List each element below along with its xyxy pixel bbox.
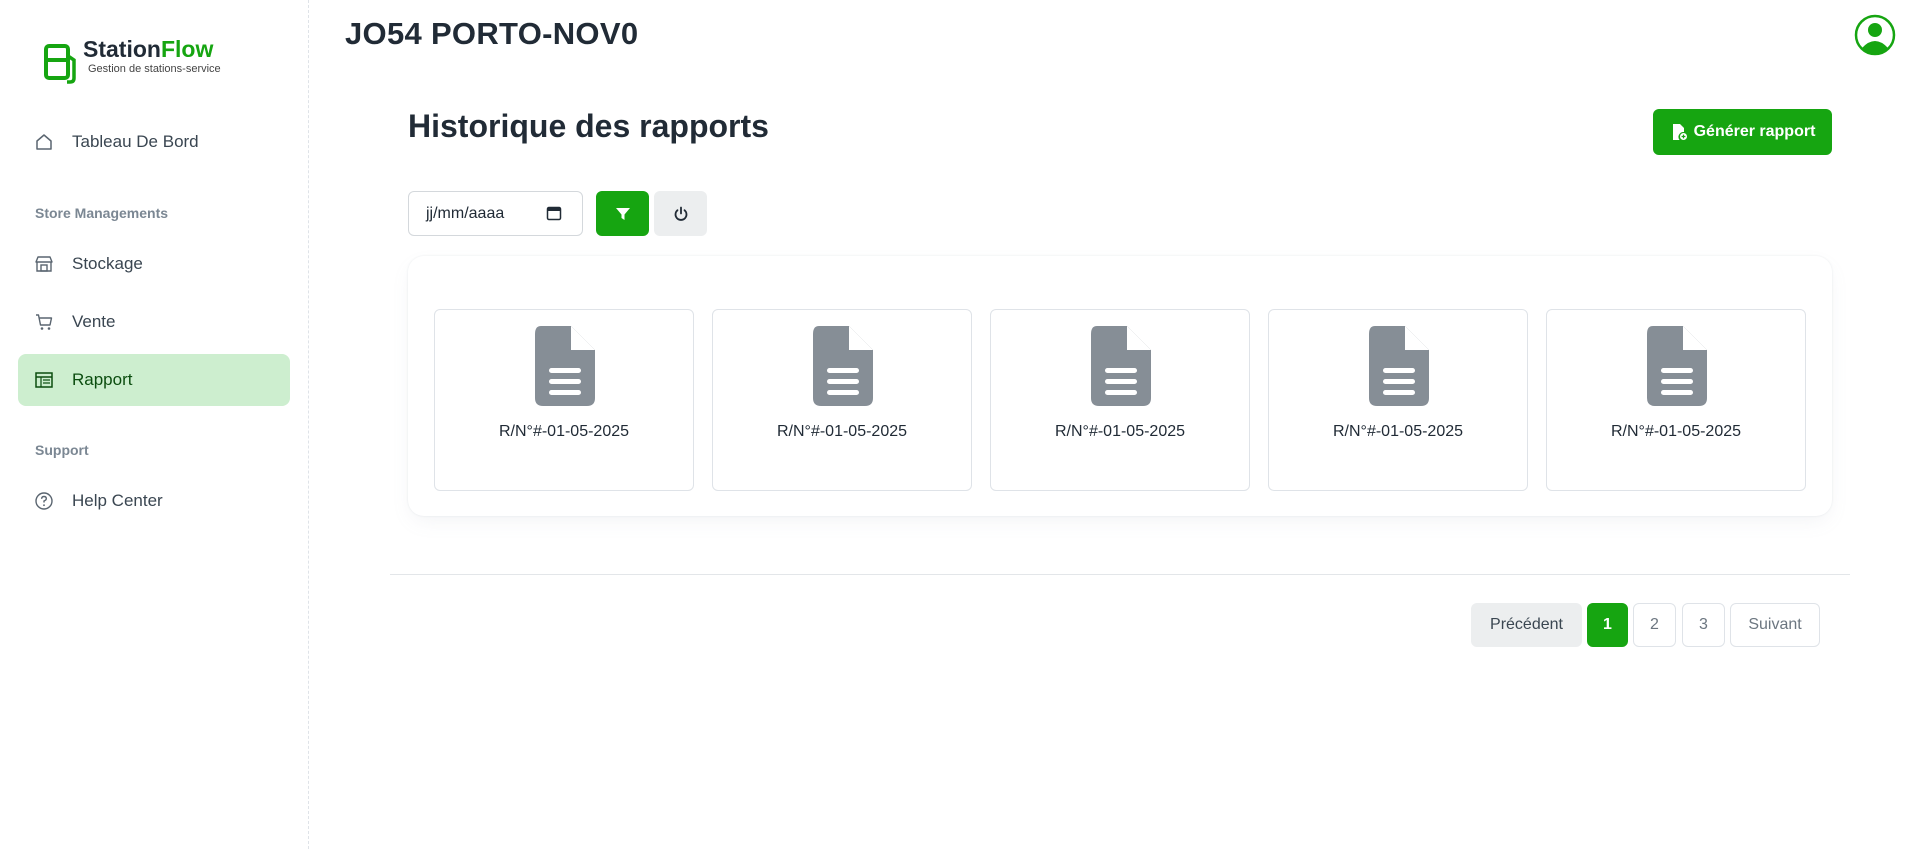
report-label: R/N°#-01-05-2025 [498,423,630,440]
sidebar-item-label: Stockage [72,254,143,273]
pagination-next-button[interactable]: Suivant [1730,603,1820,647]
report-card[interactable]: R/N°#-01-05-2025 [434,309,694,491]
document-icon [1091,326,1151,406]
report-icon [34,370,54,390]
calendar-icon[interactable] [546,205,562,221]
document-icon [1369,326,1429,406]
pagination-page-1[interactable]: 1 [1587,603,1628,647]
document-icon [535,326,595,406]
report-card[interactable]: R/N°#-01-05-2025 [990,309,1250,491]
funnel-icon [615,207,630,220]
generate-report-label: Générer rapport [1693,123,1816,140]
sidebar-item-help-center[interactable]: Help Center [18,475,290,527]
brand-name-part2: Flow [160,36,214,62]
sidebar-item-rapport[interactable]: Rapport [18,354,290,406]
sidebar-item-label: Help Center [72,491,163,510]
brand-tagline: Gestion de stations-service [88,63,221,75]
report-label: R/N°#-01-05-2025 [1332,423,1464,440]
power-icon [674,206,687,221]
pagination-page-3[interactable]: 3 [1682,603,1725,647]
help-icon [34,491,54,511]
store-icon [34,254,54,274]
report-label: R/N°#-01-05-2025 [776,423,908,440]
generate-report-button[interactable]: Générer rapport [1653,109,1832,155]
pagination-page-2[interactable]: 2 [1633,603,1676,647]
report-card[interactable]: R/N°#-01-05-2025 [1546,309,1806,491]
report-label: R/N°#-01-05-2025 [1610,423,1742,440]
home-icon [34,132,54,152]
report-label: R/N°#-01-05-2025 [1054,423,1186,440]
store-title: JO54 PORTO-NOV0 [345,16,639,51]
divider [390,574,1850,575]
sidebar: StationFlow Gestion de stations-service … [0,0,309,849]
reset-button[interactable] [654,191,707,236]
page-title: Historique des rapports [408,108,769,144]
document-icon [813,326,873,406]
sidebar-item-tableau-de-bord[interactable]: Tableau De Bord [18,116,290,168]
report-card[interactable]: R/N°#-01-05-2025 [1268,309,1528,491]
brand-name: StationFlow [83,36,221,62]
sidebar-item-label: Rapport [72,370,133,389]
sidebar-item-label: Vente [72,312,116,331]
file-add-icon [1672,124,1687,140]
reports-panel: R/N°#-01-05-2025 R/N°#-01-05-2025 R/N°#-… [408,256,1832,516]
sidebar-item-stockage[interactable]: Stockage [18,238,290,290]
date-filter-placeholder: jj/mm/aaaa [426,204,505,222]
report-card[interactable]: R/N°#-01-05-2025 [712,309,972,491]
date-filter-input[interactable]: jj/mm/aaaa [408,191,583,236]
brand-name-part1: Station [83,36,161,62]
sidebar-item-label: Tableau De Bord [72,132,199,151]
user-avatar-icon[interactable] [1854,14,1896,56]
sidebar-item-vente[interactable]: Vente [18,296,290,348]
fuel-station-logo-icon [44,44,76,84]
section-title-support: Support [35,442,89,458]
cart-icon [34,312,54,332]
pagination-previous-button[interactable]: Précédent [1471,603,1582,647]
brand-logo[interactable]: StationFlow Gestion de stations-service [43,36,221,86]
document-icon [1647,326,1707,406]
section-title-store: Store Managements [35,205,169,221]
filter-button[interactable] [596,191,649,236]
